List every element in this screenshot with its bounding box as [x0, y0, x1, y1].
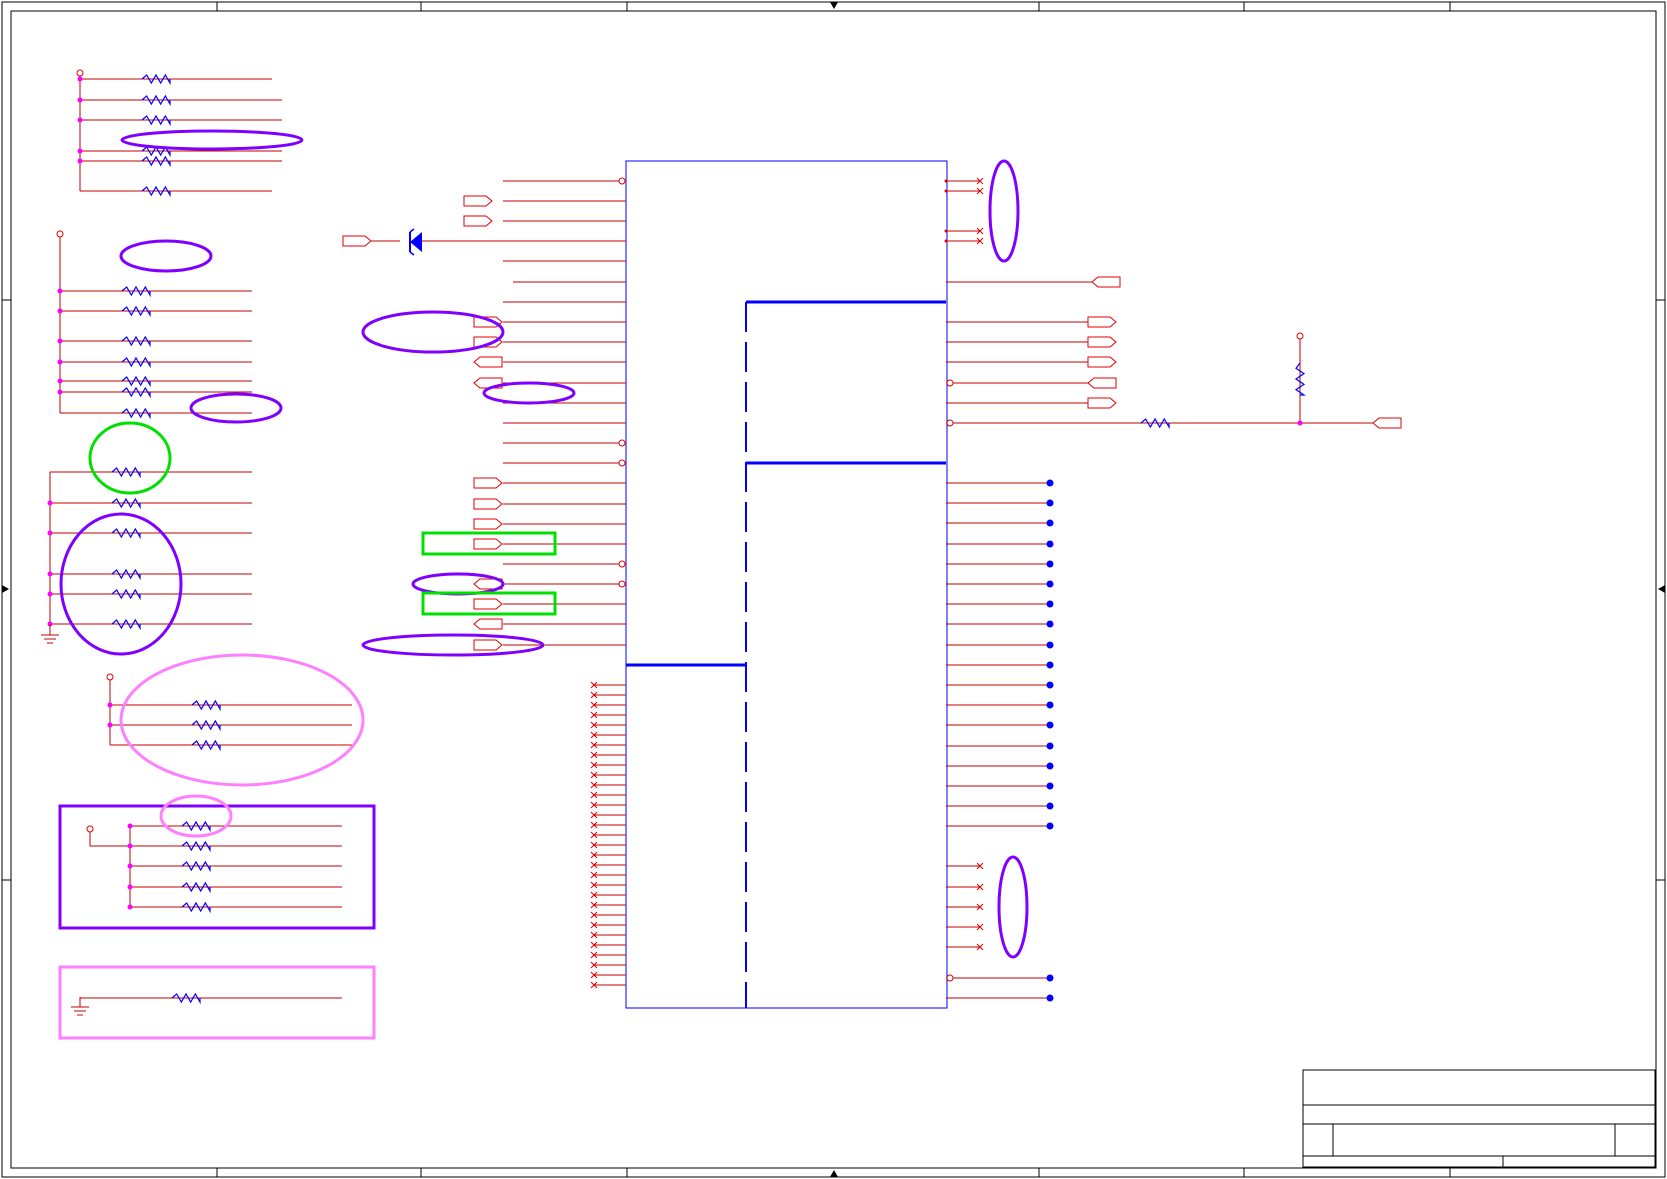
junction-dot-icon [57, 359, 63, 365]
junction-dot-icon [127, 843, 133, 849]
port-flag-icon [1087, 316, 1117, 328]
port-flag-icon [342, 235, 372, 247]
power-pin-icon [946, 419, 954, 427]
junction-dot-icon [47, 530, 53, 536]
no-connect-group [590, 177, 984, 989]
test-point-icon [1046, 479, 1054, 487]
test-point-icon [1046, 620, 1054, 628]
junction-dot-icon [47, 571, 53, 577]
test-point-icon [1046, 499, 1054, 507]
power-pin-icon [106, 673, 114, 681]
junction-dot-icon [77, 76, 83, 82]
junction-dot-icon [77, 158, 83, 164]
power-pin-icon [1296, 332, 1304, 340]
port-flag-icon [463, 195, 493, 207]
test-point-icon [1046, 661, 1054, 669]
power-pin-icon [618, 177, 626, 185]
port-flag-icon [1087, 356, 1117, 368]
pin-end-icon [944, 179, 948, 183]
junction-dot-icon [127, 823, 133, 829]
test-point-icon [1046, 762, 1054, 770]
port-flag-icon [473, 518, 503, 530]
test-point-icon [1046, 822, 1054, 830]
power-pin-icon [618, 459, 626, 467]
junction-dot-icon [1297, 420, 1303, 426]
test-point-icon [1046, 742, 1054, 750]
test-point-icon [1046, 782, 1054, 790]
junction-dot-icon [57, 378, 63, 384]
port-flag-icon [1091, 276, 1121, 288]
pin-end-icon [944, 239, 948, 243]
power-pin-icon [618, 580, 626, 588]
junction-dot-icon [107, 702, 113, 708]
ground-icon [41, 624, 59, 644]
power-pin-icon [76, 69, 84, 77]
test-point-icon [1046, 701, 1054, 709]
junction-dot-icon [127, 904, 133, 910]
junction-dot-icon [47, 591, 53, 597]
port-flag-icon [473, 598, 503, 610]
test-point-icon [1046, 802, 1054, 810]
power-pin-icon [946, 379, 954, 387]
port-flag-icon [473, 498, 503, 510]
port-flag-icon [473, 538, 503, 550]
test-point-icon [1046, 681, 1054, 689]
pin-end-icon [944, 189, 948, 193]
junction-dot-icon [47, 500, 53, 506]
test-point-icon [1046, 994, 1054, 1002]
port-flag-icon [473, 477, 503, 489]
test-point-icon [1046, 519, 1054, 527]
title-block [1302, 1069, 1656, 1168]
pin-end-icon [944, 229, 948, 233]
junction-dot-icon [77, 117, 83, 123]
port-flag-icon [473, 618, 503, 630]
schematic-canvas [1, 1, 1666, 1178]
junction-dot-icon [57, 288, 63, 294]
test-point-icon [1046, 721, 1054, 729]
power-pin-icon [618, 439, 626, 447]
power-pin-icon [86, 825, 94, 833]
junction-dot-icon [57, 308, 63, 314]
power-pin-icon [56, 230, 64, 238]
power-pin-icon [618, 560, 626, 568]
test-point-icon [1046, 974, 1054, 982]
junction-dot-icon [57, 389, 63, 395]
main-ic [625, 160, 948, 1009]
junction-dot-icon [127, 863, 133, 869]
test-point-icon [1046, 540, 1054, 548]
port-flag-icon [1087, 336, 1117, 348]
resistor-group [111, 73, 1306, 1005]
junction-group [47, 69, 1304, 1002]
wire-net [49, 76, 1373, 999]
port-flag-icon [473, 356, 503, 368]
test-point-icon [1046, 580, 1054, 588]
junction-dot-icon [107, 722, 113, 728]
junction-dot-icon [77, 148, 83, 154]
test-point-icon [1046, 641, 1054, 649]
ground-icon [71, 997, 89, 1016]
power-pin-icon [946, 974, 954, 982]
port-flag-icon [1372, 417, 1402, 429]
test-point-icon [1046, 560, 1054, 568]
port-flag-icon [463, 215, 493, 227]
diode-icon [409, 228, 422, 256]
port-flag-icon [473, 639, 503, 651]
port-flag-icon [1087, 397, 1117, 409]
test-point-icon [1046, 600, 1054, 608]
port-flag-icon [1087, 377, 1117, 389]
junction-dot-icon [77, 97, 83, 103]
junction-dot-icon [127, 884, 133, 890]
junction-dot-icon [57, 338, 63, 344]
drawing-frame [1, 1, 1666, 1178]
